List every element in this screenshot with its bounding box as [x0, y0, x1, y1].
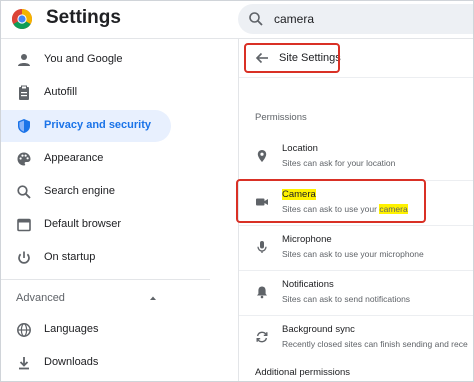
sidebar-item-autofill[interactable]: Autofill [0, 77, 171, 109]
sidebar-item-label: On startup [44, 251, 96, 263]
annotation-box-camera [236, 179, 426, 223]
globe-icon [17, 323, 31, 337]
divider [0, 279, 210, 280]
sidebar-item-label: Privacy and security [44, 119, 152, 131]
permission-row-background-sync[interactable]: Background sync Recently closed sites ca… [239, 315, 474, 360]
permission-row-microphone[interactable]: Microphone Sites can ask to use your mic… [239, 225, 474, 270]
sidebar-item-on-startup[interactable]: On startup [0, 242, 171, 274]
top-bar: Settings [0, 0, 474, 39]
sidebar-item-appearance[interactable]: Appearance [0, 143, 171, 175]
bell-icon [257, 286, 267, 299]
sidebar-item-privacy-and-security[interactable]: Privacy and security [0, 110, 171, 142]
permission-row-location[interactable]: Location Sites can ask for your location [239, 135, 474, 179]
sync-icon [256, 331, 268, 343]
sidebar-item-label: Autofill [44, 86, 78, 98]
permission-title: Background sync [282, 324, 355, 335]
additional-permissions-heading[interactable]: Additional permissions [255, 367, 350, 378]
person-icon [18, 54, 30, 66]
app-title: Settings [46, 7, 121, 28]
permission-title: Notifications [282, 279, 334, 290]
permission-description: Sites can ask to send notifications [282, 294, 411, 304]
sidebar-item-you-and-google[interactable]: You and Google [0, 44, 171, 76]
sidebar-item-label: You and Google [44, 53, 123, 65]
permission-row-notifications[interactable]: Notifications Sites can ask to send noti… [239, 270, 474, 315]
clipboard-icon [19, 85, 29, 100]
sidebar-item-label: Downloads [44, 356, 99, 368]
sidebar-item-label: Appearance [44, 152, 104, 164]
sidebar-item-languages[interactable]: Languages [0, 314, 171, 346]
search-icon [249, 12, 263, 26]
search-input[interactable] [274, 10, 464, 28]
location-pin-icon [257, 150, 267, 162]
permissions-heading: Permissions [255, 112, 307, 123]
power-icon [18, 251, 30, 264]
sidebar-item-downloads[interactable]: Downloads [0, 347, 171, 379]
annotation-box-site-settings [244, 43, 340, 73]
permission-description: Recently closed sites can finish sending… [282, 339, 468, 349]
sidebar-item-default-browser[interactable]: Default browser [0, 209, 171, 241]
shield-icon [18, 119, 30, 133]
permission-description: Sites can ask for your location [282, 158, 396, 168]
sidebar: You and Google Autofill Privacy and secu… [0, 39, 238, 382]
permission-title: Microphone [282, 234, 332, 245]
search-icon [17, 185, 31, 199]
sidebar-item-label: Search engine [44, 185, 115, 197]
permission-description: Sites can ask to use your microphone [282, 249, 424, 259]
caret-up-icon[interactable] [148, 293, 158, 303]
palette-icon [17, 152, 31, 166]
sidebar-item-label: Default browser [44, 218, 122, 230]
microphone-icon [257, 241, 267, 253]
permission-title: Location [282, 143, 318, 154]
download-icon [19, 357, 29, 370]
sidebar-item-search-engine[interactable]: Search engine [0, 176, 171, 208]
search-box[interactable] [238, 4, 474, 34]
advanced-section-toggle[interactable]: Advanced [16, 292, 65, 304]
chrome-logo-icon [12, 9, 32, 29]
sidebar-item-label: Languages [44, 323, 99, 335]
browser-icon [17, 218, 31, 232]
